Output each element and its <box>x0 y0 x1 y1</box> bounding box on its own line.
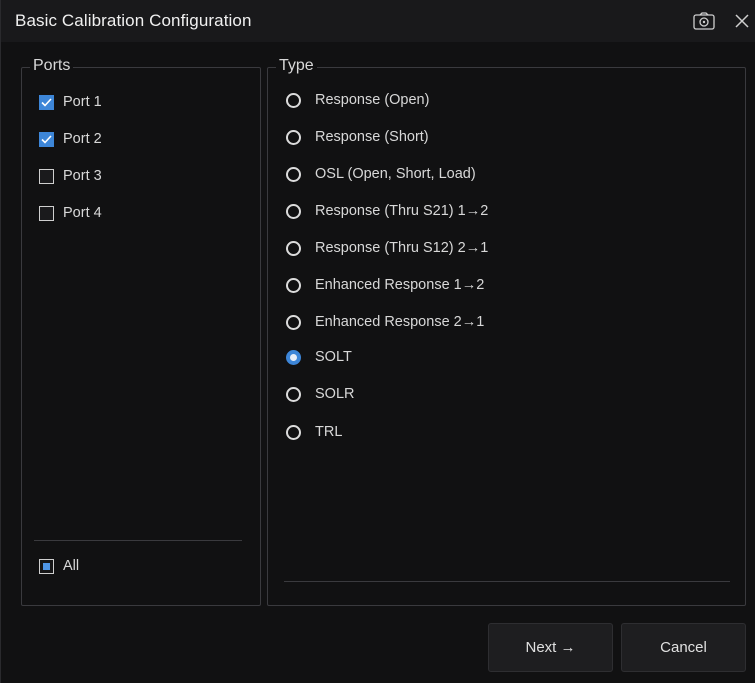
port-2-label: Port 2 <box>63 131 102 147</box>
title-bar-icons <box>690 0 755 42</box>
checkbox-box <box>39 94 54 110</box>
dialog-title: Basic Calibration Configuration <box>15 11 252 30</box>
cancel-button[interactable]: Cancel <box>621 623 746 672</box>
radio-button <box>286 203 301 219</box>
radio-button <box>286 314 301 330</box>
title-bar: Basic Calibration Configuration <box>1 0 755 42</box>
type-option-solt[interactable]: SOLT <box>286 346 352 368</box>
type-option-label: Enhanced Response 1→2 <box>315 277 485 293</box>
radio-button <box>286 277 301 293</box>
type-option-enhanced-response-1-2[interactable]: Enhanced Response 1→2 <box>286 274 484 296</box>
next-button[interactable]: Next → <box>488 623 613 672</box>
type-option-label: Response (Short) <box>315 129 429 145</box>
ports-group-label: Ports <box>30 57 74 75</box>
port-2-checkbox[interactable]: Port 2 <box>39 128 102 150</box>
ports-separator <box>34 540 242 541</box>
radio-button-selected <box>286 349 301 365</box>
type-option-label: Response (Thru S12) 2→1 <box>315 240 489 256</box>
type-group: Type Response (Open) Response (Short) OS… <box>267 57 746 606</box>
port-1-checkbox[interactable]: Port 1 <box>39 91 102 113</box>
type-group-label: Type <box>276 57 317 75</box>
port-4-label: Port 4 <box>63 205 102 221</box>
ports-group: Ports Port 1 Port 2 Port 3 Port 4 All <box>21 57 261 606</box>
all-ports-checkbox[interactable]: All <box>39 555 79 577</box>
type-option-label: SOLR <box>315 386 355 402</box>
radio-button <box>286 240 301 256</box>
type-separator <box>284 581 730 582</box>
type-option-label: Response (Open) <box>315 92 430 108</box>
type-option-response-open[interactable]: Response (Open) <box>286 89 429 111</box>
calibration-dialog: Basic Calibration Configuration Ports Po… <box>0 0 755 683</box>
radio-button <box>286 129 301 145</box>
port-4-checkbox[interactable]: Port 4 <box>39 202 102 224</box>
radio-dot <box>290 353 297 361</box>
radio-button <box>286 386 301 402</box>
type-option-label: SOLT <box>315 349 352 365</box>
radio-button <box>286 166 301 182</box>
checkbox-box <box>39 168 54 184</box>
type-option-trl[interactable]: TRL <box>286 421 342 443</box>
port-1-label: Port 1 <box>63 94 102 110</box>
type-option-response-short[interactable]: Response (Short) <box>286 126 429 148</box>
type-option-response-thru-s21[interactable]: Response (Thru S21) 1→2 <box>286 200 488 222</box>
type-option-label: OSL (Open, Short, Load) <box>315 166 476 182</box>
checkbox-box <box>39 131 54 147</box>
camera-icon <box>693 12 715 30</box>
port-3-label: Port 3 <box>63 168 102 184</box>
type-option-response-thru-s12[interactable]: Response (Thru S12) 2→1 <box>286 237 488 259</box>
close-icon <box>735 14 749 28</box>
type-option-label: Enhanced Response 2→1 <box>315 314 485 330</box>
all-ports-label: All <box>63 558 80 574</box>
type-option-osl[interactable]: OSL (Open, Short, Load) <box>286 163 476 185</box>
close-button[interactable] <box>728 7 755 35</box>
type-option-label: TRL <box>315 424 343 440</box>
type-option-label: Response (Thru S21) 1→2 <box>315 203 489 219</box>
radio-button <box>286 92 301 108</box>
type-option-enhanced-response-2-1[interactable]: Enhanced Response 2→1 <box>286 311 484 333</box>
partial-indicator <box>43 562 50 570</box>
type-option-solr[interactable]: SOLR <box>286 383 355 405</box>
port-3-checkbox[interactable]: Port 3 <box>39 165 102 187</box>
checkbox-box <box>39 205 54 221</box>
check-icon <box>41 134 52 144</box>
check-icon <box>41 97 52 107</box>
radio-button <box>286 424 301 440</box>
screenshot-button[interactable] <box>690 7 718 35</box>
checkbox-box <box>39 558 54 574</box>
